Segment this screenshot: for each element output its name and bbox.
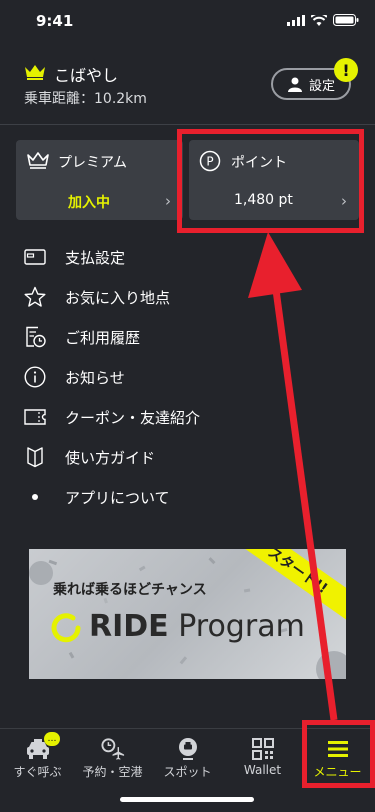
tab-reservation[interactable]: 予約・空港 [75, 729, 150, 785]
menu-item-history[interactable]: ご利用履歴 [0, 317, 375, 357]
menu-item-label: お知らせ [65, 369, 125, 387]
header-divider [0, 124, 375, 125]
tab-badge: … [44, 732, 60, 746]
tab-wallet[interactable]: Wallet [225, 729, 300, 785]
history-icon [24, 326, 46, 348]
tab-label: Wallet [243, 763, 282, 777]
status-time: 9:41 [36, 12, 74, 30]
menu-item-label: 使い方ガイド [65, 449, 156, 467]
menu-item-payment[interactable]: 支払設定 [0, 237, 375, 277]
menu-item-about[interactable]: アプリについて [0, 477, 375, 517]
crown-icon [25, 65, 45, 80]
qr-icon [251, 737, 275, 761]
menu-item-coupon[interactable]: クーポン・友達紹介 [0, 397, 375, 437]
tab-label: 予約・空港 [82, 765, 143, 779]
chevron-right-icon: › [165, 192, 171, 210]
banner-headline: 乗れば乗るほどチャンス [53, 582, 207, 598]
wifi-icon [311, 14, 327, 26]
ride-program-logo-icon [51, 613, 81, 643]
battery-icon [333, 14, 359, 26]
menu-item-label: お気に入り地点 [65, 289, 171, 307]
ride-program-banner[interactable]: 乗れば乗るほどチャンス RIDE Program スタート!! [29, 549, 346, 679]
logo-light: Program [178, 609, 305, 644]
status-bar: 9:41 [0, 0, 375, 44]
ride-distance: 乗車距離：10.2km [24, 91, 147, 107]
status-icons [287, 14, 359, 26]
user-name: こばやし [54, 66, 119, 85]
guide-icon [24, 446, 46, 468]
annotation-box-points [177, 129, 364, 233]
menu-item-favorites[interactable]: お気に入り地点 [0, 277, 375, 317]
info-icon [24, 366, 46, 388]
menu-item-news[interactable]: お知らせ [0, 357, 375, 397]
credit-card-icon [24, 246, 46, 268]
menu-item-label: ご利用履歴 [65, 329, 141, 347]
premium-status: 加入中 [68, 195, 110, 211]
premium-title: プレミアム [58, 155, 128, 171]
user-icon [287, 77, 302, 92]
menu-item-label: クーポン・友達紹介 [65, 409, 201, 427]
settings-label: 設定 [308, 78, 335, 94]
tab-label: すぐ呼ぶ [13, 765, 62, 779]
tab-spot[interactable]: スポット [150, 729, 225, 785]
profile-header: こばやし 乗車距離：10.2km 設定 ! [0, 56, 375, 122]
menu-list: 支払設定 お気に入り地点 ご利用履歴 お知らせ クーポン・友達紹介 使い方ガイド… [0, 237, 375, 517]
menu-item-label: 支払設定 [65, 249, 126, 267]
home-indicator [120, 797, 254, 802]
schedule-plane-icon [100, 737, 125, 761]
annotation-box-menu [302, 720, 375, 788]
star-icon [24, 286, 46, 308]
menu-item-label: アプリについて [65, 489, 170, 507]
tab-call-now[interactable]: … すぐ呼ぶ [0, 729, 75, 785]
coupon-icon [24, 406, 46, 428]
menu-item-guide[interactable]: 使い方ガイド [0, 437, 375, 477]
signal-icon [287, 14, 305, 26]
premium-crown-icon [27, 152, 49, 169]
tab-label: スポット [163, 765, 212, 779]
alert-badge: ! [334, 58, 358, 82]
dot-icon [24, 486, 46, 508]
logo-bold: RIDE [89, 609, 169, 644]
spot-icon [176, 737, 200, 761]
banner-logo-text: RIDE Program [89, 609, 305, 644]
premium-card[interactable]: プレミアム 加入中 › [16, 140, 183, 220]
